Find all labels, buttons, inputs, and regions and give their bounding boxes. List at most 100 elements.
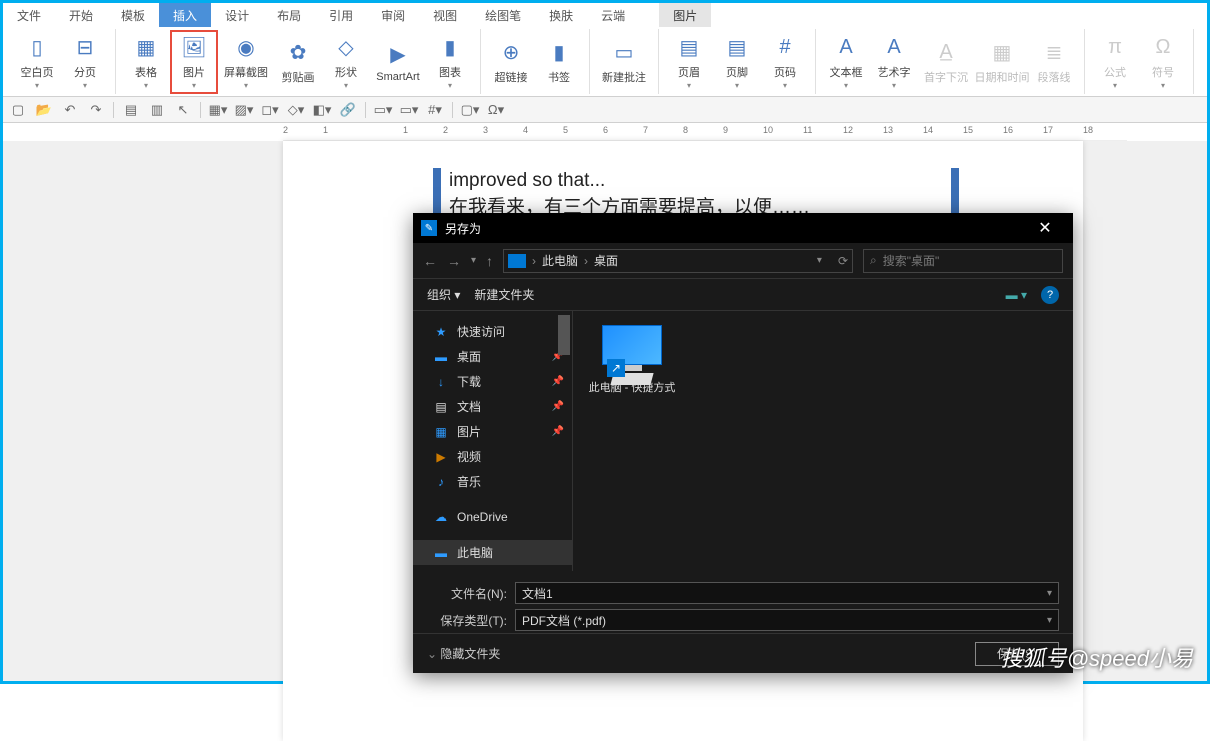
organize-button[interactable]: 组织 ▾ (427, 286, 460, 303)
menu-tab-9[interactable]: 绘图笔 (471, 3, 535, 27)
save-icon[interactable]: ▤ (122, 101, 140, 119)
comment-button[interactable]: ▭新建批注 (596, 30, 652, 94)
chevron-down-icon[interactable]: ▾ (1047, 588, 1052, 599)
menu-tab-7[interactable]: 审阅 (367, 3, 419, 27)
table-qat-icon[interactable]: ▦▾ (209, 101, 227, 119)
help-icon[interactable]: ? (1041, 286, 1059, 304)
folder-tree: ★快速访问▬桌面📌↓下载📌▤文档📌▦图片📌▶视频♪音乐 ☁OneDrive ▬此电脑 (413, 311, 573, 571)
picture-button[interactable]: 🖼图片▾ (170, 30, 218, 94)
desktop-icon: ▬ (433, 350, 449, 364)
bookmark-icon: ▮ (545, 39, 573, 67)
menu-tab-4[interactable]: 设计 (211, 3, 263, 27)
shapes-button[interactable]: ◇形状▾ (322, 30, 370, 94)
comment-icon: ▭ (610, 39, 638, 67)
menu-tab-8[interactable]: 视图 (419, 3, 471, 27)
view-button[interactable]: ▬ ▾ (1006, 288, 1027, 302)
tree-onedrive[interactable]: ☁OneDrive (413, 506, 572, 528)
address-bar[interactable]: › 此电脑 › 桌面 ▾ ⟳ (503, 249, 853, 273)
footer-qat-icon[interactable]: ▭▾ (400, 101, 418, 119)
datetime-button[interactable]: ▦日期和时间 (974, 30, 1030, 94)
path-seg-1[interactable]: 桌面 (594, 252, 618, 269)
path-chevron-icon[interactable]: ▾ (817, 255, 822, 266)
undo-icon[interactable]: ↶ (61, 101, 79, 119)
picture-qat-icon[interactable]: ▨▾ (235, 101, 253, 119)
wordart-icon: A (880, 34, 908, 62)
forward-icon[interactable]: → (447, 253, 461, 269)
bookmark-button[interactable]: ▮书签 (535, 30, 583, 94)
table-button[interactable]: ▦表格▾ (122, 30, 170, 94)
wordart-button[interactable]: A艺术字▾ (870, 30, 918, 94)
blank-page-button[interactable]: ▯空白页▾ (13, 30, 61, 94)
menu-tab-5[interactable]: 布局 (263, 3, 315, 27)
recent-chevron-icon[interactable]: ▾ (471, 255, 476, 266)
open-icon[interactable]: 📂 (35, 101, 53, 119)
paste-icon[interactable]: ▥ (148, 101, 166, 119)
tree-pictures[interactable]: ▦图片📌 (413, 419, 572, 444)
menu-tab-2[interactable]: 模板 (107, 3, 159, 27)
drop-cap-button[interactable]: A̲首字下沉 (918, 30, 974, 94)
tree-video[interactable]: ▶视频 (413, 444, 572, 469)
new-doc-icon[interactable]: ▢ (9, 101, 27, 119)
menu-tab-10[interactable]: 换肤 (535, 3, 587, 27)
menu-tab-1[interactable]: 开始 (55, 3, 107, 27)
tree-downloads[interactable]: ↓下载📌 (413, 369, 572, 394)
equation-button[interactable]: π公式▾ (1091, 30, 1139, 94)
pin-icon: 📌 (552, 426, 564, 437)
paragraph-line-button[interactable]: ≣段落线 (1030, 30, 1078, 94)
dialog-toolbar: 组织 ▾ 新建文件夹 ▬ ▾ ? (413, 279, 1073, 311)
menu-tab-0[interactable]: 文件 (3, 3, 55, 27)
screenshot-qat-icon[interactable]: ◻▾ (261, 101, 279, 119)
header-button[interactable]: ▤页眉▾ (665, 30, 713, 94)
doc-line-1: improved so that... (449, 168, 939, 195)
refresh-icon[interactable]: ⟳ (838, 254, 848, 268)
cursor-icon[interactable]: ↖ (174, 101, 192, 119)
header-icon: ▤ (675, 34, 703, 62)
redo-icon[interactable]: ↷ (87, 101, 105, 119)
menu-tab-3[interactable]: 插入 (159, 3, 211, 27)
header-qat-icon[interactable]: ▭▾ (374, 101, 392, 119)
tree-quick[interactable]: ★快速访问 (413, 319, 572, 344)
menu-tab-11[interactable]: 云端 (587, 3, 639, 27)
up-icon[interactable]: ↑ (486, 253, 493, 269)
drop-cap-icon: A̲ (932, 39, 960, 67)
highlight-qat-icon[interactable]: ◧▾ (313, 101, 331, 119)
pin-icon: 📌 (552, 401, 564, 412)
footer-button[interactable]: ▤页脚▾ (713, 30, 761, 94)
path-seg-0[interactable]: 此电脑 (542, 252, 578, 269)
page-number-button[interactable]: #页码▾ (761, 30, 809, 94)
textbox-button[interactable]: A文本框▾ (822, 30, 870, 94)
clipart-button[interactable]: ✿剪贴画 (274, 30, 322, 94)
filetype-select[interactable]: PDF文档 (*.pdf)▾ (515, 609, 1059, 631)
chart-button[interactable]: ▮图表▾ (426, 30, 474, 94)
chevron-down-icon[interactable]: ▾ (1047, 615, 1052, 626)
textbox-qat-icon[interactable]: ▢▾ (461, 101, 479, 119)
music-icon: ♪ (433, 475, 449, 489)
new-folder-button[interactable]: 新建文件夹 (474, 286, 534, 303)
symbol-button[interactable]: Ω符号▾ (1139, 30, 1187, 94)
chart-icon: ▮ (436, 34, 464, 62)
file-item[interactable]: ↗ 此电脑 - 快捷方式 (587, 325, 677, 395)
close-icon[interactable]: ✕ (1025, 213, 1065, 243)
menu-tab-6[interactable]: 引用 (315, 3, 367, 27)
search-input[interactable]: ⌕ 搜索"桌面" (863, 249, 1063, 273)
smartart-button[interactable]: ▶SmartArt (370, 30, 426, 94)
link-qat-icon[interactable]: 🔗 (339, 101, 357, 119)
tree-thispc[interactable]: ▬此电脑 (413, 540, 572, 565)
tree-music[interactable]: ♪音乐 (413, 469, 572, 494)
hyperlink-button[interactable]: ⊕超链接 (487, 30, 535, 94)
tree-desktop[interactable]: ▬桌面📌 (413, 344, 572, 369)
page-break-button[interactable]: ⊟分页▾ (61, 30, 109, 94)
shapes-icon: ◇ (332, 34, 360, 62)
filename-input[interactable]: 文档1▾ (515, 582, 1059, 604)
back-icon[interactable]: ← (423, 253, 437, 269)
screenshot-button[interactable]: ◉屏幕截图▾ (218, 30, 274, 94)
file-list[interactable]: ↗ 此电脑 - 快捷方式 (573, 311, 1073, 571)
context-tab[interactable]: 图片 (659, 3, 711, 27)
tree-documents[interactable]: ▤文档📌 (413, 394, 572, 419)
dialog-nav: ← → ▾ ↑ › 此电脑 › 桌面 ▾ ⟳ ⌕ 搜索"桌面" (413, 243, 1073, 279)
shape-qat-icon[interactable]: ◇▾ (287, 101, 305, 119)
pagenum-qat-icon[interactable]: #▾ (426, 101, 444, 119)
symbol-icon: Ω (1149, 34, 1177, 62)
symbol-qat-icon[interactable]: Ω▾ (487, 101, 505, 119)
hide-folders-button[interactable]: 隐藏文件夹 (427, 645, 500, 662)
